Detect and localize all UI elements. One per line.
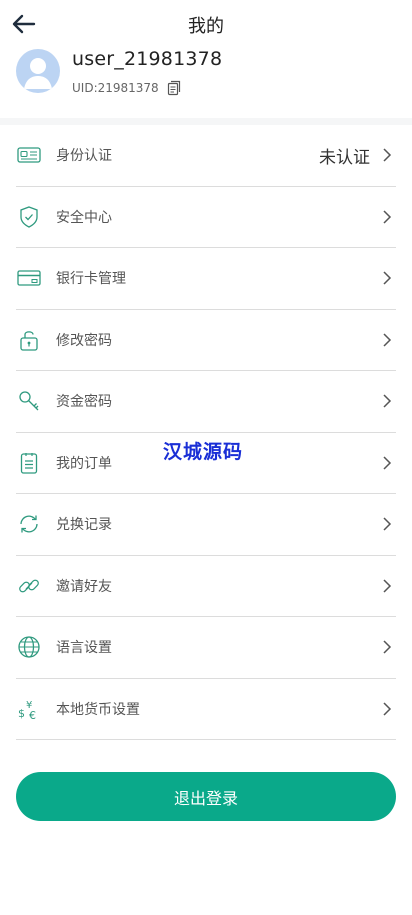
link-icon <box>16 573 42 599</box>
copy-icon[interactable] <box>167 80 181 96</box>
uid-text: UID:21981378 <box>72 81 159 95</box>
menu-label: 语言设置 <box>56 640 112 657</box>
menu-item-local-currency[interactable]: $ ¥ € 本地货币设置 <box>16 679 396 740</box>
menu-item-exchange-records[interactable]: 兑换记录 <box>16 494 396 556</box>
profile-header: user_21981378 UID:21981378 <box>0 48 412 118</box>
menu-item-identity[interactable]: 身份认证 未认证 <box>16 125 396 187</box>
user-avatar-icon <box>24 58 52 89</box>
settings-menu: 身份认证 未认证 安全中心 银行卡管理 修改密码 资金密码 我的订单 兑换记录 … <box>0 125 412 740</box>
top-bar: 我的 <box>0 0 412 48</box>
menu-label: 本地货币设置 <box>56 701 140 718</box>
menu-label: 资金密码 <box>56 394 112 411</box>
order-list-icon <box>16 450 42 476</box>
section-divider <box>0 118 412 125</box>
menu-item-language[interactable]: 语言设置 <box>16 617 396 679</box>
logout-button[interactable]: 退出登录 <box>16 772 396 821</box>
menu-label: 修改密码 <box>56 332 112 349</box>
id-card-icon <box>16 142 42 168</box>
menu-label: 我的订单 <box>56 455 112 472</box>
chevron-right-icon <box>383 148 392 162</box>
refresh-icon <box>16 511 42 537</box>
chevron-right-icon <box>383 333 392 347</box>
currency-icon: $ ¥ € <box>16 696 42 722</box>
menu-label: 身份认证 <box>56 148 112 165</box>
shield-icon <box>16 204 42 230</box>
chevron-right-icon <box>383 579 392 593</box>
chevron-right-icon <box>383 640 392 654</box>
chevron-right-icon <box>383 271 392 285</box>
menu-label: 兑换记录 <box>56 517 112 534</box>
logout-section: 退出登录 <box>0 740 412 821</box>
svg-text:$: $ <box>18 707 25 720</box>
chevron-right-icon <box>383 702 392 716</box>
key-icon <box>16 388 42 414</box>
menu-label: 安全中心 <box>56 209 112 226</box>
chevron-right-icon <box>383 517 392 531</box>
menu-item-change-password[interactable]: 修改密码 <box>16 310 396 371</box>
menu-item-bank-card[interactable]: 银行卡管理 <box>16 248 396 310</box>
menu-item-invite-friends[interactable]: 邀请好友 <box>16 556 396 617</box>
chevron-right-icon <box>383 394 392 408</box>
menu-item-security[interactable]: 安全中心 <box>16 187 396 248</box>
avatar[interactable] <box>16 49 60 93</box>
menu-label: 银行卡管理 <box>56 271 126 288</box>
menu-item-fund-password[interactable]: 资金密码 <box>16 371 396 433</box>
menu-label: 邀请好友 <box>56 578 112 595</box>
bank-card-icon <box>16 265 42 291</box>
username: user_21981378 <box>72 48 223 70</box>
chevron-right-icon <box>383 456 392 470</box>
uid-row: UID:21981378 <box>72 80 181 96</box>
verification-status: 未认证 <box>319 147 370 168</box>
profile-page: 我的 user_21981378 UID:21981378 身份认证 未认证 安… <box>0 0 412 915</box>
watermark-text: 汉城源码 <box>163 441 244 463</box>
lock-icon <box>16 327 42 353</box>
svg-text:€: € <box>29 709 36 721</box>
chevron-right-icon <box>383 210 392 224</box>
globe-icon <box>16 634 42 660</box>
page-title: 我的 <box>188 16 224 37</box>
